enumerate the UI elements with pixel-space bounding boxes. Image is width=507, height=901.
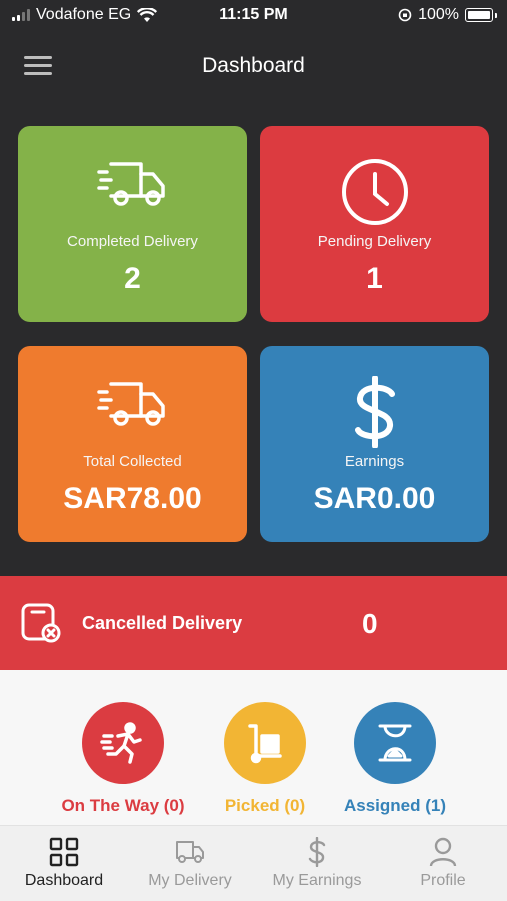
tab-my-delivery[interactable]: My Delivery xyxy=(130,836,250,890)
hand-truck-icon xyxy=(224,702,306,784)
running-person-icon xyxy=(82,702,164,784)
total-collected-value: SAR78.00 xyxy=(63,482,202,515)
app-header: Dashboard xyxy=(0,40,507,94)
page-title: Dashboard xyxy=(202,54,305,77)
battery-percent: 100% xyxy=(418,6,459,23)
battery-icon xyxy=(465,8,493,22)
cancelled-delivery-row[interactable]: Cancelled Delivery 0 xyxy=(0,576,507,670)
assigned-status[interactable]: Assigned (1) xyxy=(320,702,470,816)
tab-my-earnings-label: My Earnings xyxy=(272,872,362,889)
person-icon xyxy=(383,836,503,868)
status-bar: Vodafone EG 11:15 PM 100% xyxy=(0,0,507,32)
rotation-lock-icon xyxy=(398,8,412,22)
pending-delivery-label: Pending Delivery xyxy=(317,233,432,250)
delivery-status-section: On The Way (0) Picked (0) Assigned (1) xyxy=(0,670,507,825)
bottom-tab-bar: Dashboard My Delivery My Earnings Profil… xyxy=(0,825,507,901)
dollar-icon xyxy=(260,376,489,448)
earnings-value: SAR0.00 xyxy=(313,482,436,515)
picked-status[interactable]: Picked (0) xyxy=(190,702,340,816)
earnings-label: Earnings xyxy=(344,453,405,470)
grid-icon xyxy=(4,836,124,868)
completed-delivery-label: Completed Delivery xyxy=(67,233,198,250)
completed-delivery-value: 2 xyxy=(124,262,141,295)
battery-cap xyxy=(495,12,497,18)
on-the-way-label: On The Way (0) xyxy=(61,796,185,815)
hourglass-icon xyxy=(354,702,436,784)
tab-dashboard-label: Dashboard xyxy=(24,872,104,889)
total-collected-label: Total Collected xyxy=(83,453,182,470)
delivery-truck-icon xyxy=(18,156,247,228)
picked-label: Picked (0) xyxy=(224,796,306,815)
on-the-way-status[interactable]: On The Way (0) xyxy=(48,702,198,816)
total-collected-card[interactable]: Total Collected SAR78.00 xyxy=(18,346,247,542)
earnings-card[interactable]: Earnings SAR0.00 xyxy=(260,346,489,542)
assigned-label: Assigned (1) xyxy=(343,796,447,815)
tab-profile[interactable]: Profile xyxy=(383,836,503,890)
pending-delivery-value: 1 xyxy=(366,262,383,295)
tab-my-delivery-label: My Delivery xyxy=(148,872,232,889)
tab-my-earnings[interactable]: My Earnings xyxy=(257,836,377,890)
pending-delivery-card[interactable]: Pending Delivery 1 xyxy=(260,126,489,322)
status-right: 100% xyxy=(398,6,497,24)
tab-profile-label: Profile xyxy=(420,872,466,889)
cancelled-delivery-value: 0 xyxy=(362,608,378,639)
tab-dashboard[interactable]: Dashboard xyxy=(4,836,124,890)
clock-icon xyxy=(260,156,489,228)
completed-delivery-card[interactable]: Completed Delivery 2 xyxy=(18,126,247,322)
truck-icon xyxy=(130,836,250,868)
dollar-icon xyxy=(257,836,377,868)
delivery-truck-icon xyxy=(18,376,247,448)
cancelled-delivery-label: Cancelled Delivery xyxy=(82,613,243,633)
cancelled-box-icon xyxy=(20,602,62,649)
